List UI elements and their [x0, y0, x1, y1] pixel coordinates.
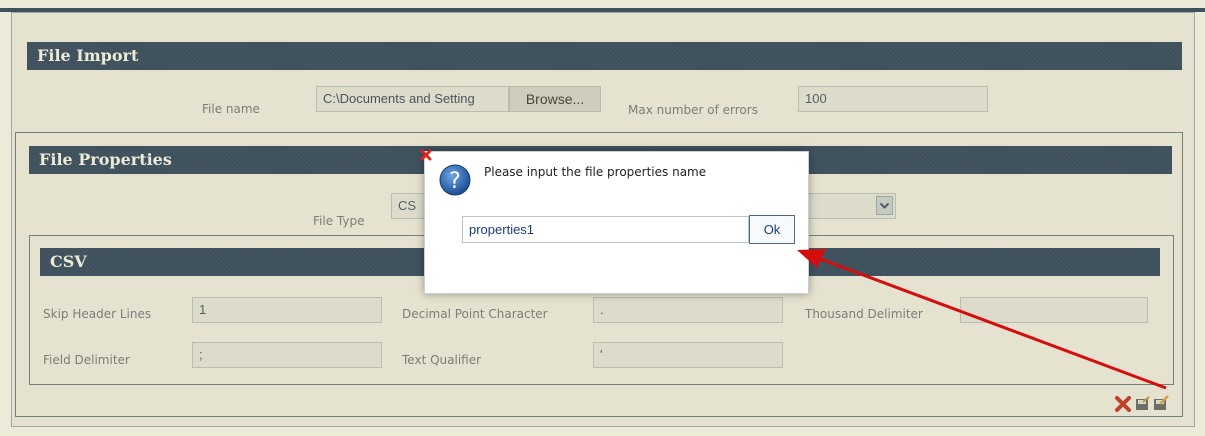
annotation-arrow — [797, 249, 1167, 390]
